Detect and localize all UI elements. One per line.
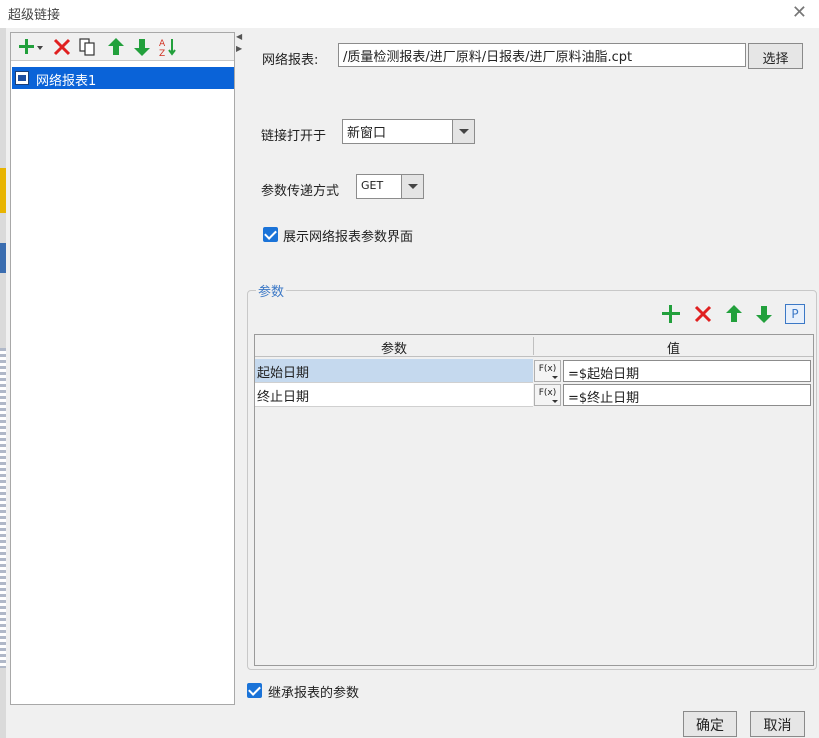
- p-button[interactable]: P: [785, 304, 805, 324]
- open-in-value: 新窗口: [347, 126, 387, 141]
- sort-az-icon: A Z: [159, 39, 176, 59]
- close-icon[interactable]: ✕: [792, 2, 807, 23]
- delete-icon: [53, 38, 71, 56]
- move-down-button[interactable]: [131, 36, 153, 58]
- col-header-name: 参数: [380, 342, 407, 357]
- copy-link-button[interactable]: [77, 36, 99, 58]
- sort-button[interactable]: A Z: [157, 36, 179, 59]
- collapse-left-icon[interactable]: ◀: [236, 32, 242, 41]
- add-link-button[interactable]: [17, 36, 43, 58]
- table-row[interactable]: 起始日期 F(x) =$起始日期: [255, 359, 813, 383]
- arrow-up-icon: [108, 38, 124, 55]
- report-path-field[interactable]: /质量检测报表/进厂原料/日报表/进厂原料油脂.cpt: [338, 43, 746, 67]
- ok-button[interactable]: 确定: [683, 711, 737, 737]
- hyperlink-list-toolbar: A Z: [11, 33, 234, 61]
- params-table-header: 参数 值: [255, 335, 813, 357]
- inherit-params-label: 继承报表的参数: [268, 686, 360, 701]
- cancel-button[interactable]: 取消: [750, 711, 805, 737]
- move-up-button[interactable]: [105, 36, 127, 58]
- method-select[interactable]: GET: [356, 174, 424, 199]
- col-header-value: 值: [666, 342, 680, 357]
- copy-icon: [79, 38, 95, 56]
- plus-icon: [662, 305, 680, 323]
- delete-icon: [694, 305, 712, 323]
- svg-text:Z: Z: [159, 49, 165, 58]
- report-icon: [15, 71, 29, 85]
- background-window-edge: [0, 28, 6, 738]
- param-name-cell[interactable]: 终止日期: [255, 383, 533, 407]
- formula-button[interactable]: F(x): [534, 360, 561, 382]
- move-param-up-button[interactable]: [724, 304, 744, 324]
- param-value-field[interactable]: =$起始日期: [563, 360, 811, 382]
- method-label: 参数传递方式: [261, 184, 340, 199]
- arrow-up-icon: [726, 305, 742, 322]
- window-title: 超级链接: [8, 8, 61, 23]
- param-name-cell[interactable]: 起始日期: [255, 359, 533, 383]
- panel-splitter[interactable]: ◀ ▶: [236, 32, 242, 62]
- table-row[interactable]: 终止日期 F(x) =$终止日期: [255, 383, 813, 407]
- show-params-label: 展示网络报表参数界面: [283, 230, 414, 245]
- arrow-down-icon: [756, 306, 772, 323]
- add-param-button[interactable]: [661, 304, 681, 324]
- chevron-down-icon[interactable]: [401, 175, 423, 198]
- inherit-params-checkbox[interactable]: [247, 683, 262, 698]
- delete-param-button[interactable]: [693, 304, 713, 324]
- move-param-down-button[interactable]: [754, 304, 774, 324]
- open-in-select[interactable]: 新窗口: [342, 119, 475, 144]
- params-group: 参数 P 参数 值 起始日期 F(x) =$起始日期 终止日期 F(x) =$终…: [247, 281, 817, 670]
- svg-text:A: A: [159, 39, 166, 49]
- report-label: 网络报表:: [262, 53, 319, 68]
- param-value-field[interactable]: =$终止日期: [563, 384, 811, 406]
- arrow-down-icon: [134, 39, 150, 56]
- tree-item-label: 网络报表1: [36, 74, 97, 89]
- method-value: GET: [361, 179, 384, 192]
- tree-item-network-report[interactable]: 网络报表1: [12, 67, 234, 89]
- open-in-label: 链接打开于: [261, 129, 327, 144]
- hyperlink-list-panel: A Z 网络报表1: [10, 32, 235, 705]
- link-settings-panel: 网络报表: /质量检测报表/进厂原料/日报表/进厂原料油脂.cpt 选择 链接打…: [243, 30, 819, 710]
- chevron-down-icon[interactable]: [452, 120, 474, 143]
- params-legend: 参数: [256, 281, 287, 300]
- formula-button[interactable]: F(x): [534, 384, 561, 406]
- choose-button[interactable]: 选择: [748, 43, 803, 69]
- params-table: 参数 值 起始日期 F(x) =$起始日期 终止日期 F(x) =$终止日期: [254, 334, 814, 666]
- title-bar: 超级链接 ✕: [0, 0, 819, 28]
- delete-link-button[interactable]: [51, 36, 73, 58]
- collapse-right-icon[interactable]: ▶: [236, 44, 242, 53]
- plus-icon: [19, 39, 43, 54]
- show-params-checkbox[interactable]: [263, 227, 278, 242]
